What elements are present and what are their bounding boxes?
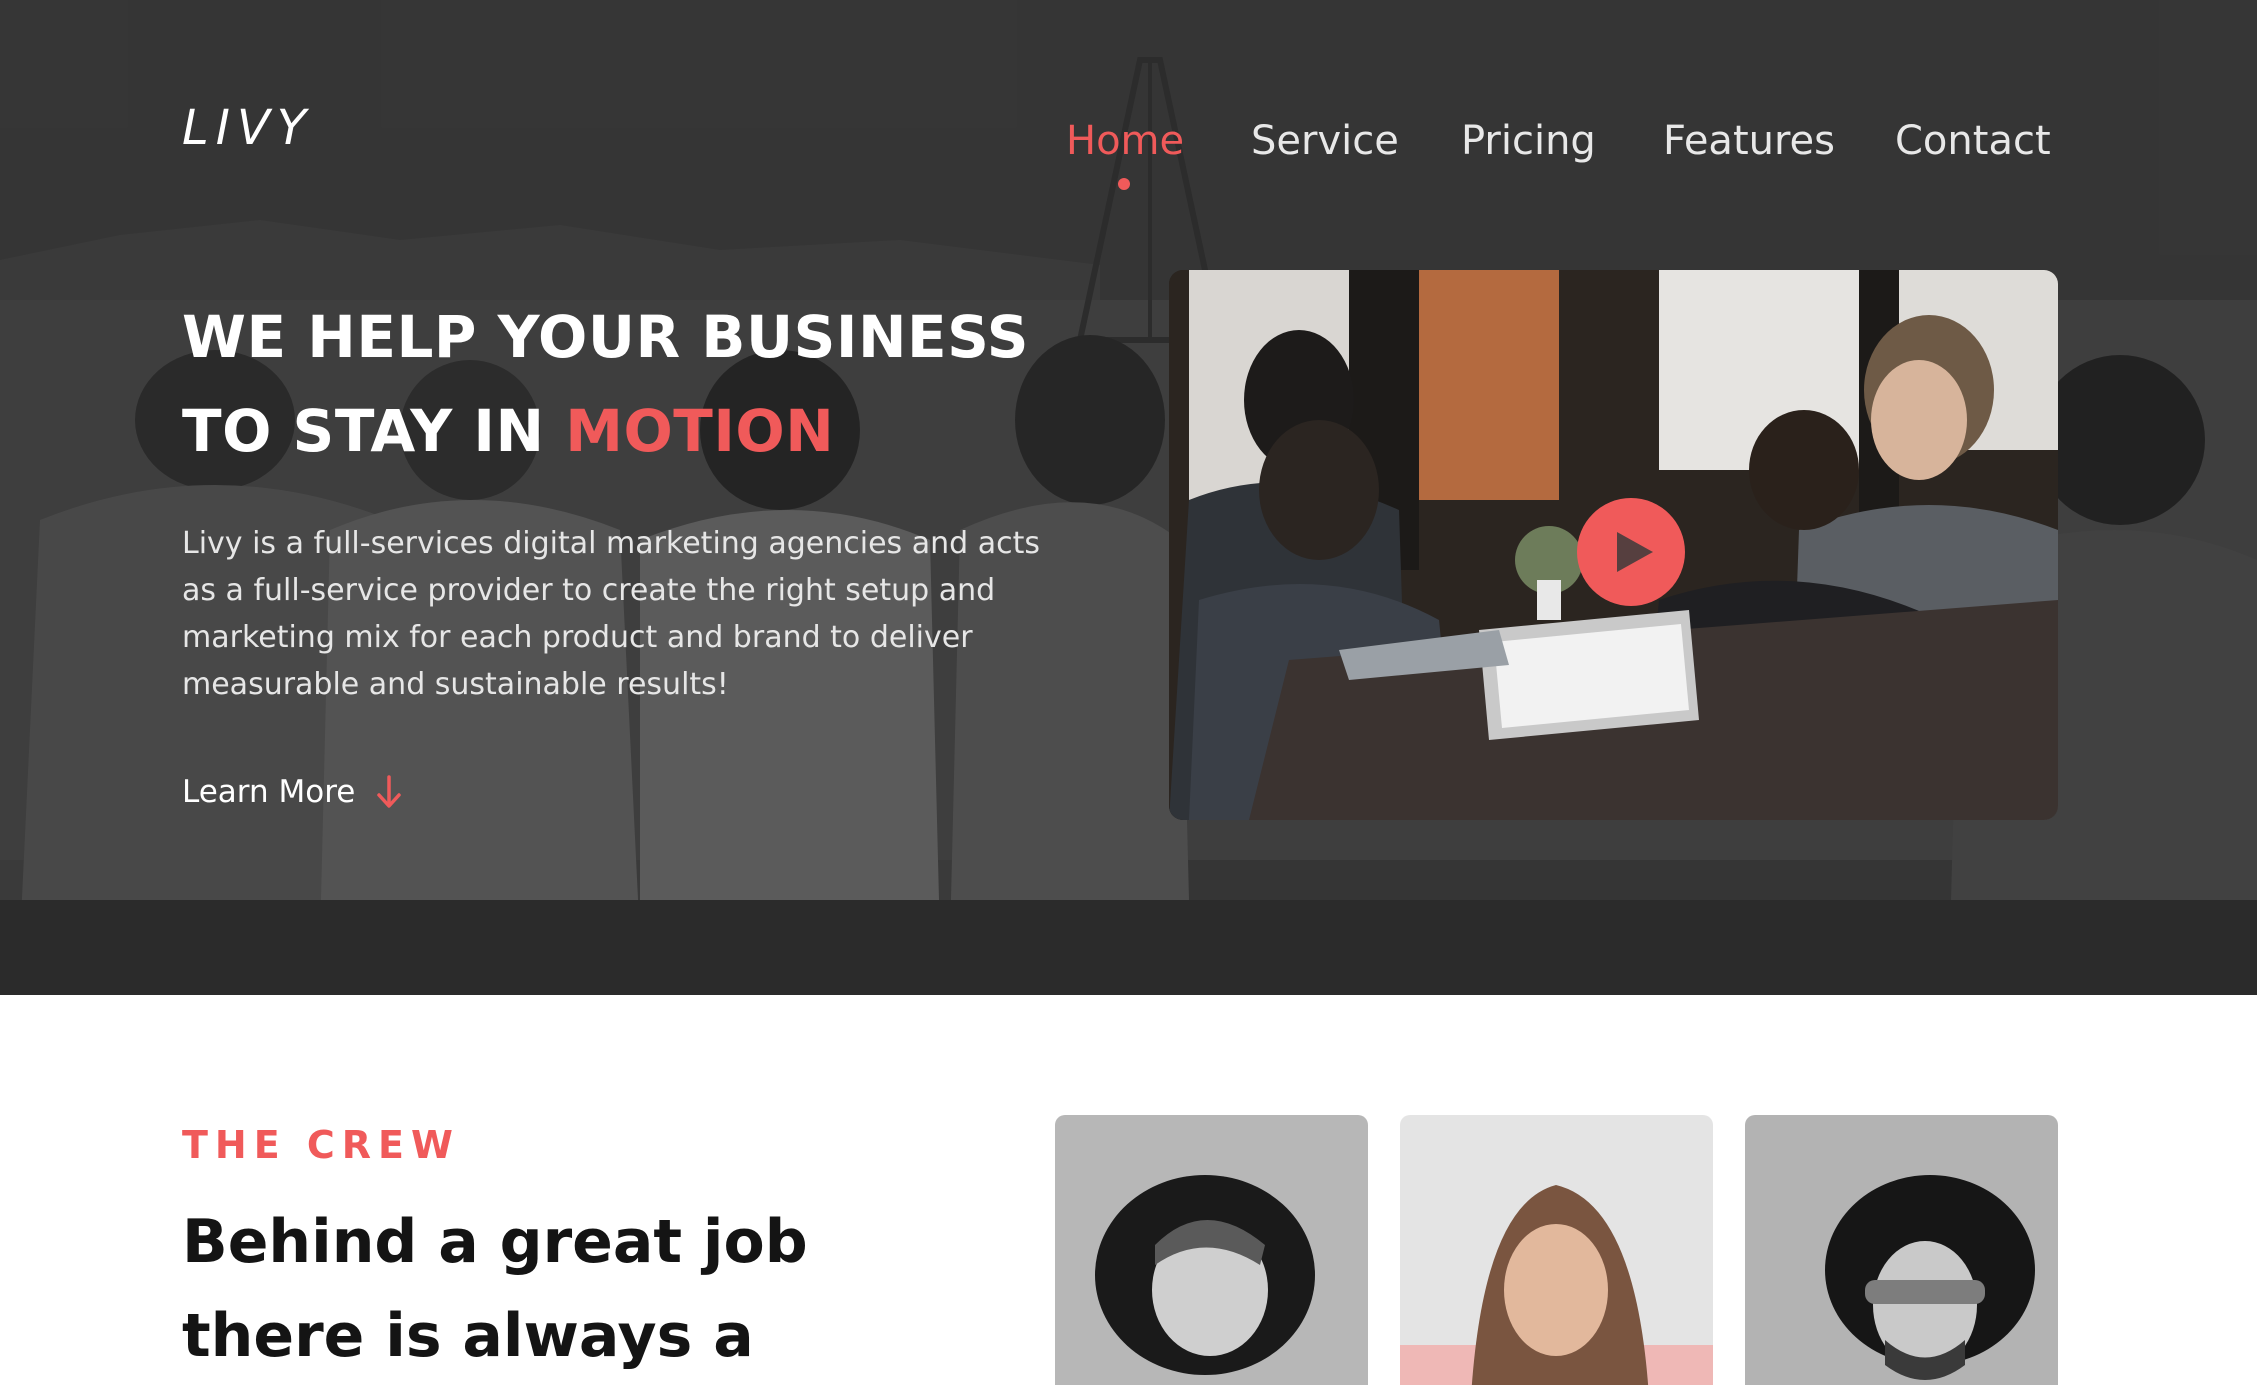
crew-member-photo: [1745, 1115, 2058, 1385]
nav-item-contact[interactable]: Contact: [1895, 118, 2051, 164]
crew-member-card[interactable]: [1055, 1115, 1368, 1385]
learn-more-label: Learn More: [182, 774, 356, 810]
nav-item-features[interactable]: Features: [1663, 118, 1835, 164]
play-video-button[interactable]: [1577, 498, 1685, 606]
learn-more-link[interactable]: Learn More: [182, 774, 403, 810]
crew-section: THE CREW Behind a great job there is alw…: [0, 995, 2257, 1385]
play-icon: [1617, 532, 1653, 572]
crew-title-line1: Behind a great job: [182, 1207, 808, 1277]
crew-member-card[interactable]: [1400, 1115, 1713, 1385]
arrow-down-icon: [377, 775, 402, 808]
nav-active-indicator: [1118, 178, 1130, 190]
crew-member-photo: [1400, 1115, 1713, 1385]
hero-headline-accent: MOTION: [565, 397, 835, 465]
nav-item-home[interactable]: Home: [1066, 118, 1184, 164]
hero-headline-line2-prefix: TO STAY IN: [182, 397, 566, 465]
crew-member-photo: [1055, 1115, 1368, 1385]
crew-title: Behind a great job there is always a: [182, 1195, 808, 1383]
hero-headline: WE HELP YOUR BUSINESS TO STAY IN MOTION: [182, 290, 1029, 478]
nav-item-pricing[interactable]: Pricing: [1461, 118, 1596, 164]
hero-section: LIVY Home Service Pricing Features Conta…: [0, 0, 2257, 995]
crew-title-line2: there is always a: [182, 1301, 754, 1371]
hero-video-card[interactable]: [1169, 270, 2058, 820]
nav-item-service[interactable]: Service: [1251, 118, 1399, 164]
crew-member-card[interactable]: [1745, 1115, 2058, 1385]
brand-logo[interactable]: LIVY: [182, 100, 313, 156]
crew-eyebrow: THE CREW: [182, 1123, 460, 1167]
hero-headline-line1: WE HELP YOUR BUSINESS: [182, 303, 1030, 371]
hero-description: Livy is a full-services digital marketin…: [182, 526, 1040, 702]
